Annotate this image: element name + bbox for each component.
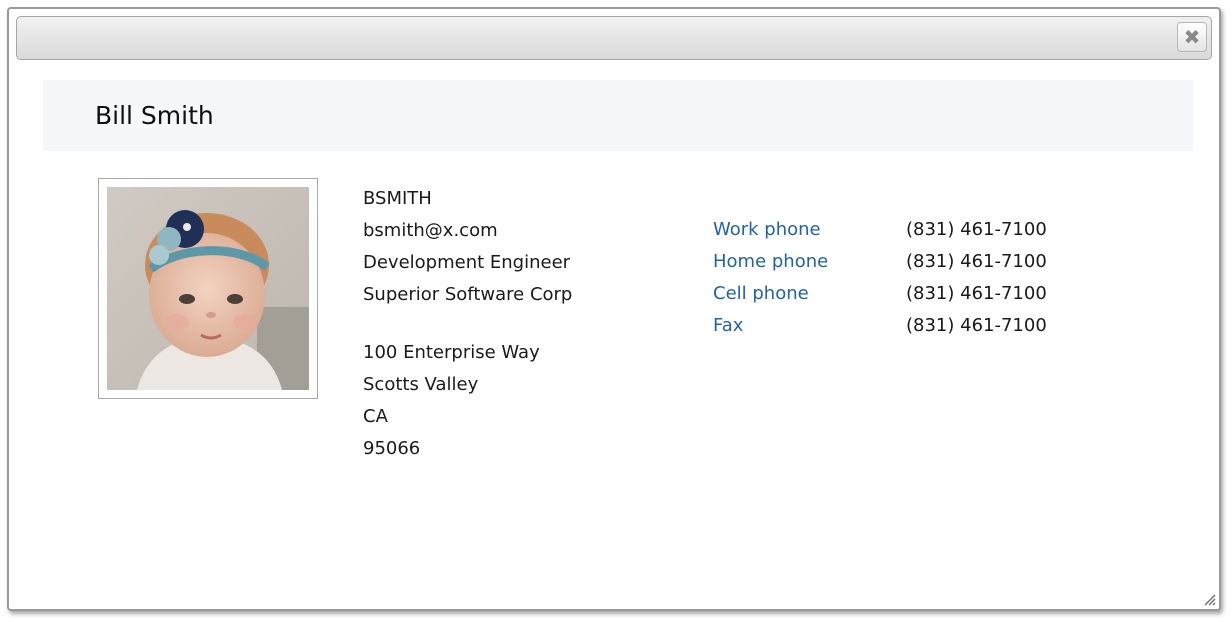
contact-details: BSMITH bsmith@x.com Development Engineer… bbox=[363, 183, 572, 465]
phone-row-fax: Fax (831) 461-7100 bbox=[713, 310, 1047, 342]
cell-phone-link[interactable]: Cell phone bbox=[713, 278, 906, 310]
contact-job-title: Development Engineer bbox=[363, 252, 571, 273]
contact-name: Bill Smith bbox=[95, 101, 214, 130]
phone-row-home: Home phone (831) 461-7100 bbox=[713, 246, 1047, 278]
contact-header: Bill Smith bbox=[43, 80, 1193, 151]
close-icon: ✖ bbox=[1183, 25, 1201, 49]
home-phone-number: (831) 461-7100 bbox=[906, 251, 1047, 272]
address-street: 100 Enterprise Way bbox=[363, 342, 540, 363]
contact-company: Superior Software Corp bbox=[363, 284, 573, 305]
address-city: Scotts Valley bbox=[363, 374, 479, 395]
close-button[interactable]: ✖ bbox=[1177, 22, 1207, 52]
phone-list: Work phone (831) 461-7100 Home phone (831)… bbox=[713, 214, 1047, 342]
contact-photo bbox=[107, 187, 309, 390]
phone-row-cell: Cell phone (831) 461-7100 bbox=[713, 278, 1047, 310]
fax-link[interactable]: Fax bbox=[713, 310, 906, 342]
dialog-titlebar[interactable]: ✖ bbox=[16, 16, 1212, 60]
contact-photo-frame bbox=[98, 178, 318, 399]
address-state: CA bbox=[363, 406, 388, 427]
cell-phone-number: (831) 461-7100 bbox=[906, 283, 1047, 304]
contact-email: bsmith@x.com bbox=[363, 220, 498, 241]
work-phone-number: (831) 461-7100 bbox=[906, 219, 1047, 240]
work-phone-link[interactable]: Work phone bbox=[713, 214, 906, 246]
contact-username: BSMITH bbox=[363, 188, 432, 209]
phone-row-work: Work phone (831) 461-7100 bbox=[713, 214, 1047, 246]
address-zip: 95066 bbox=[363, 438, 421, 459]
home-phone-link[interactable]: Home phone bbox=[713, 246, 906, 278]
contact-dialog: ✖ Bill Smith BSMITH bsmith@x.com Develop… bbox=[7, 7, 1221, 611]
resize-grip-icon[interactable] bbox=[1202, 592, 1216, 606]
fax-number: (831) 461-7100 bbox=[906, 315, 1047, 336]
